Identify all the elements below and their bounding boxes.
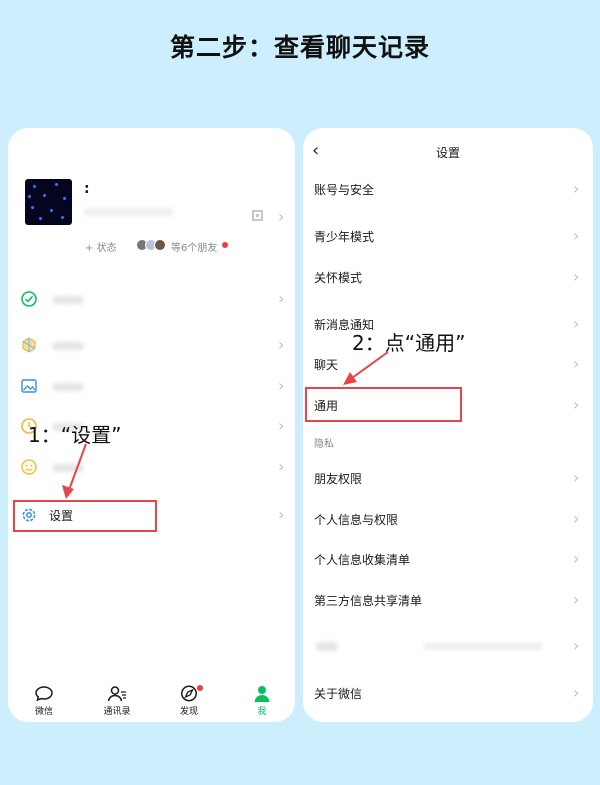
- settings-item-label: 第三方信息共享清单: [314, 594, 423, 608]
- bottom-tab-bar: 微信 通讯录 发现 我: [8, 681, 295, 722]
- chevron-right-icon: ›: [278, 376, 285, 395]
- chevron-right-icon: ›: [573, 549, 580, 568]
- settings-item-care-mode[interactable]: 关怀模式 ›: [303, 257, 593, 297]
- chevron-right-icon: ›: [573, 267, 580, 286]
- highlight-box-general: [305, 387, 462, 422]
- tab-discover[interactable]: 发现: [159, 681, 219, 717]
- contacts-icon: [107, 686, 126, 702]
- chevron-right-icon: ›: [573, 590, 580, 609]
- blurred-label: [52, 296, 84, 304]
- settings-item-personal-info[interactable]: 个人信息与权限 ›: [303, 499, 593, 539]
- chevron-right-icon: ›: [573, 179, 580, 198]
- blurred-value: [423, 643, 543, 650]
- chevron-right-icon: ›: [573, 354, 580, 373]
- chevron-right-icon: ›: [573, 395, 580, 414]
- settings-item-third-party-sharing[interactable]: 第三方信息共享清单 ›: [303, 580, 593, 620]
- chevron-right-icon: ›: [573, 226, 580, 245]
- notification-dot: [197, 685, 203, 691]
- step2-annotation: 2：点“通用”: [352, 331, 466, 355]
- settings-item-blurred[interactable]: ›: [303, 626, 593, 666]
- blurred-label: [316, 642, 338, 651]
- chat-bubble-icon: [35, 686, 53, 702]
- friend-avatars: [136, 239, 170, 251]
- tab-contacts[interactable]: 通讯录: [87, 681, 147, 717]
- settings-screen: ‹ 设置 账号与安全 › 青少年模式 › 关怀模式 › 新消息通知 › 聊天 ›…: [303, 128, 593, 722]
- page-title: 第二步：查看聊天记录: [169, 33, 430, 62]
- chevron-right-icon: ›: [573, 509, 580, 528]
- chevron-right-icon: ›: [278, 207, 285, 226]
- settings-item-account-security[interactable]: 账号与安全 ›: [303, 169, 593, 209]
- avatar[interactable]: [25, 179, 72, 225]
- menu-item-stickers[interactable]: ›: [8, 447, 295, 487]
- wechat-id-blurred: [84, 208, 174, 216]
- settings-item-label: 账号与安全: [314, 183, 375, 197]
- chevron-right-icon: ›: [278, 416, 285, 435]
- nav-title: 设置: [435, 146, 460, 160]
- blurred-label: [52, 464, 84, 472]
- settings-item-label: 朋友权限: [314, 472, 363, 486]
- chevron-right-icon: ›: [278, 505, 285, 524]
- settings-item-about[interactable]: 关于微信 ›: [303, 673, 593, 713]
- settings-item-friend-permissions[interactable]: 朋友权限 ›: [303, 458, 593, 498]
- pay-service-icon: [20, 290, 38, 308]
- settings-item-label: 个人信息与权限: [314, 513, 399, 527]
- person-icon: [254, 686, 270, 702]
- tab-label: 通讯录: [103, 707, 131, 717]
- blurred-label: [52, 383, 84, 391]
- step1-annotation: 1：“设置”: [28, 423, 122, 447]
- settings-item-label: 个人信息收集清单: [314, 553, 411, 567]
- profile-name: :: [84, 181, 90, 197]
- menu-item-moments[interactable]: ›: [8, 366, 295, 406]
- highlight-box-settings: [13, 500, 157, 532]
- chevron-right-icon: ›: [278, 457, 285, 476]
- chevron-right-icon: ›: [573, 468, 580, 487]
- chevron-right-icon: ›: [573, 314, 580, 333]
- menu-item-pay-service[interactable]: ›: [8, 279, 295, 319]
- add-status-button[interactable]: + 状态: [85, 239, 117, 254]
- section-label-privacy: 隐私: [314, 439, 334, 450]
- chevron-right-icon: ›: [278, 289, 285, 308]
- chevron-right-icon: ›: [278, 335, 285, 354]
- chevron-right-icon: ›: [573, 636, 580, 655]
- tab-me[interactable]: 我: [232, 681, 292, 717]
- tab-label: 发现: [179, 707, 198, 717]
- friends-count-text: 等6个朋友: [171, 243, 218, 254]
- settings-item-label: 聊天: [314, 358, 339, 372]
- tab-chats[interactable]: 微信: [14, 681, 74, 717]
- settings-item-info-collection[interactable]: 个人信息收集清单 ›: [303, 539, 593, 579]
- settings-item-label: 关于微信: [314, 687, 363, 701]
- notification-dot: [222, 242, 228, 248]
- qr-code-icon[interactable]: [252, 210, 263, 221]
- settings-item-teen-mode[interactable]: 青少年模式 ›: [303, 216, 593, 256]
- favorites-icon: [20, 336, 38, 354]
- settings-item-label: 关怀模式: [314, 271, 363, 285]
- moments-icon: [20, 377, 38, 395]
- menu-item-favorites[interactable]: ›: [8, 325, 295, 365]
- tab-label: 我: [257, 707, 267, 717]
- settings-item-label: 青少年模式: [314, 230, 375, 244]
- tab-label: 微信: [34, 707, 53, 717]
- blurred-label: [52, 342, 84, 350]
- compass-icon: [181, 685, 197, 702]
- stickers-icon: [20, 458, 38, 476]
- chevron-right-icon: ›: [573, 683, 580, 702]
